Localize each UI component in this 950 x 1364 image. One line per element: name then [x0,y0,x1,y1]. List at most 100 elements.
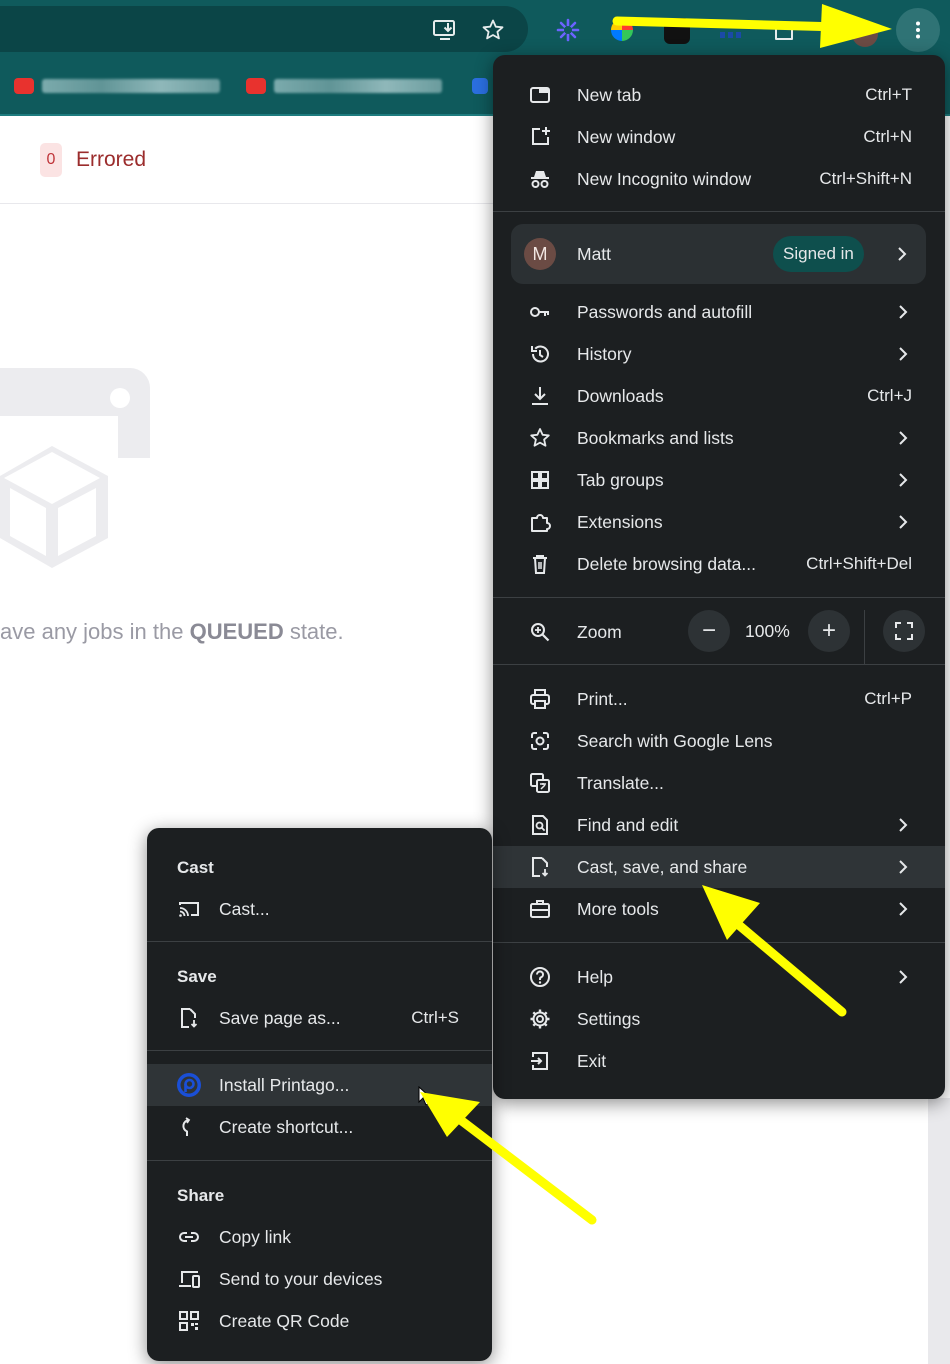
menu-new-tab[interactable]: New tab Ctrl+T [493,74,945,116]
menu-cast-save-share[interactable]: Cast, save, and share [493,846,945,888]
menu-label: Print... [577,688,628,709]
install-app-icon[interactable] [432,18,458,44]
empty-state-printer-icon [0,368,152,573]
submenu-divider [147,941,492,942]
download-icon [532,387,548,405]
shortcut: Ctrl+J [867,386,912,405]
tab-groups-icon [531,471,549,489]
menu-new-window[interactable]: New window Ctrl+N [493,116,945,158]
menu-settings[interactable]: Settings [493,998,945,1040]
menu-passwords[interactable]: Passwords and autofill [493,291,945,333]
menu-label: Settings [577,1008,641,1029]
new-tab-icon [530,87,550,103]
chrome-menu-button[interactable] [896,8,940,52]
submenu-create-qr-code[interactable]: Create QR Code [147,1300,492,1342]
profile-name: Matt [577,244,612,264]
menu-google-lens[interactable]: Search with Google Lens [493,720,945,762]
menu-new-incognito[interactable]: New Incognito window Ctrl+Shift+N [493,158,945,200]
chevron-right-icon [899,818,908,832]
menu-label: History [577,343,632,364]
cast-save-share-submenu: Cast Cast... Save Save page as... Ctrl+S… [147,828,492,1361]
menu-label: Cast, save, and share [577,856,748,877]
translate-icon [530,773,550,793]
menu-profile[interactable]: M Matt Signed in [511,224,926,284]
submenu-divider [147,1050,492,1051]
menu-tab-groups[interactable]: Tab groups [493,459,945,501]
empty-state-message: ave any jobs in the QUEUED state. [0,619,344,644]
menu-divider [493,597,945,598]
link-icon [179,1232,199,1242]
shortcut: Ctrl+N [863,127,912,146]
section-header-cast: Cast [177,858,214,877]
menu-divider [493,211,945,212]
submenu-label: Cast... [219,899,270,919]
bookmark-item[interactable] [246,76,442,96]
youtube-icon [14,78,34,94]
extension-asterisk-icon[interactable] [555,17,581,43]
chrome-main-menu: New tab Ctrl+T New window Ctrl+N New Inc… [493,55,945,1099]
menu-print[interactable]: Print... Ctrl+P [493,678,945,720]
submenu-install-printago[interactable]: Install Printago... [147,1064,492,1106]
menu-bookmarks[interactable]: Bookmarks and lists [493,417,945,459]
menu-exit[interactable]: Exit [493,1040,945,1082]
history-icon [531,345,549,363]
submenu-label: Send to your devices [219,1269,383,1289]
chevron-right-icon [899,860,908,874]
devices-icon [179,1271,200,1288]
zoom-level: 100% [745,621,790,641]
menu-more-tools[interactable]: More tools [493,888,945,930]
bookmark-star-icon[interactable] [480,18,506,44]
section-header-save: Save [177,967,217,986]
submenu-save-page[interactable]: Save page as... Ctrl+S [147,997,492,1039]
menu-label: Extensions [577,511,663,532]
help-icon [530,967,550,987]
menu-history[interactable]: History [493,333,945,375]
fullscreen-button[interactable] [883,610,925,652]
menu-delete-browsing-data[interactable]: Delete browsing data... Ctrl+Shift+Del [493,543,945,585]
shortcut: Ctrl+T [865,85,912,104]
menu-extensions[interactable]: Extensions [493,501,945,543]
mouse-cursor-icon [418,1086,432,1106]
submenu-label: Install Printago... [219,1075,350,1095]
menu-label: More tools [577,898,659,919]
menu-label: Delete browsing data... [577,553,756,574]
menu-find-and-edit[interactable]: Find and edit [493,804,945,846]
section-header-share: Share [177,1186,225,1205]
bookmark-item[interactable] [14,76,220,96]
divider [0,203,500,204]
submenu-copy-link[interactable]: Copy link [147,1216,492,1258]
zoom-out-button[interactable]: − [688,610,730,652]
menu-translate[interactable]: Translate... [493,762,945,804]
menu-downloads[interactable]: Downloads Ctrl+J [493,375,945,417]
submenu-send-to-devices[interactable]: Send to your devices [147,1258,492,1300]
shortcut: Ctrl+S [411,1008,459,1027]
chevron-right-icon [899,431,908,445]
extension-color-icon[interactable] [610,18,636,44]
extension-dark-icon[interactable] [664,18,690,44]
save-page-icon [181,1008,198,1028]
submenu-cast[interactable]: Cast... [147,888,492,930]
chrome-menu-icon [916,21,920,39]
chevron-right-icon [899,473,908,487]
extensions-puzzle-icon[interactable] [772,18,798,44]
errored-filter[interactable]: 0 Errored [40,143,146,177]
menu-label: Bookmarks and lists [577,427,734,448]
exit-icon [531,1052,548,1070]
menu-label: Translate... [577,772,664,793]
menu-label: Search with Google Lens [577,730,773,751]
zoom-in-button[interactable]: + [808,610,850,652]
menu-label: New Incognito window [577,168,752,189]
profile-avatar: M [524,238,556,270]
menu-divider [864,610,865,664]
menu-label: Downloads [577,385,664,406]
menu-label: New tab [577,84,642,105]
extension-dots-icon[interactable] [718,24,744,40]
submenu-create-shortcut[interactable]: Create shortcut... [147,1106,492,1148]
submenu-label: Create QR Code [219,1311,350,1331]
menu-label: Zoom [577,621,622,642]
profile-avatar[interactable] [852,21,878,47]
folder-icon [472,78,488,94]
menu-label: Passwords and autofill [577,301,753,322]
page-scroll-edge [928,1098,950,1364]
menu-help[interactable]: Help [493,956,945,998]
